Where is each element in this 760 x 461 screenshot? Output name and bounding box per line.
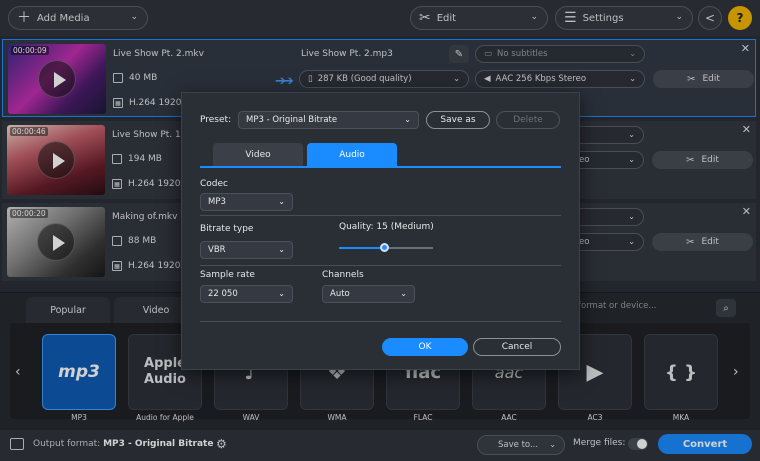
save-as-button[interactable]: Save as xyxy=(426,111,490,129)
chevron-down-icon: ⌄ xyxy=(278,289,285,298)
divider xyxy=(200,215,561,216)
preset-value: MP3 - Original Bitrate xyxy=(246,115,338,125)
chevron-down-icon: ⌄ xyxy=(400,289,407,298)
tab-video-settings[interactable]: Video xyxy=(213,143,303,166)
codec-dropdown[interactable]: MP3 ⌄ xyxy=(200,193,293,211)
preset-dropdown[interactable]: MP3 - Original Bitrate ⌄ xyxy=(238,111,419,129)
channels-label: Channels xyxy=(322,270,364,280)
audio-settings-dialog: Preset: MP3 - Original Bitrate ⌄ Save as… xyxy=(181,92,580,370)
cancel-label: Cancel xyxy=(501,342,533,352)
sample-rate-value: 22 050 xyxy=(208,289,238,299)
bitrate-type-label: Bitrate type xyxy=(200,224,254,234)
chevron-down-icon: ⌄ xyxy=(404,115,411,124)
bitrate-type-value: VBR xyxy=(208,245,226,255)
codec-value: MP3 xyxy=(208,197,226,207)
channels-value: Auto xyxy=(330,289,350,299)
tab-audio-settings[interactable]: Audio xyxy=(307,143,397,166)
chevron-down-icon: ⌄ xyxy=(278,197,285,206)
save-as-label: Save as xyxy=(440,115,476,125)
quality-label: Quality: 15 (Medium) xyxy=(339,222,434,232)
codec-label: Codec xyxy=(200,179,228,189)
bitrate-type-dropdown[interactable]: VBR ⌄ xyxy=(200,241,293,259)
preset-label: Preset: xyxy=(200,115,232,125)
tab-video-settings-label: Video xyxy=(245,149,271,160)
delete-preset-button[interactable]: Delete xyxy=(496,111,560,129)
sample-rate-dropdown[interactable]: 22 050 ⌄ xyxy=(200,285,293,303)
quality-slider-fill xyxy=(339,247,385,249)
ok-label: OK xyxy=(418,342,432,352)
divider xyxy=(200,321,561,322)
ok-button[interactable]: OK xyxy=(382,338,468,356)
sample-rate-label: Sample rate xyxy=(200,270,255,280)
channels-dropdown[interactable]: Auto ⌄ xyxy=(322,285,415,303)
tab-audio-settings-label: Audio xyxy=(339,149,365,160)
cancel-button[interactable]: Cancel xyxy=(473,338,561,356)
divider xyxy=(200,265,561,266)
tab-underline xyxy=(200,166,561,168)
delete-label: Delete xyxy=(513,115,543,125)
chevron-down-icon: ⌄ xyxy=(278,245,285,254)
quality-slider-handle[interactable] xyxy=(380,243,389,252)
